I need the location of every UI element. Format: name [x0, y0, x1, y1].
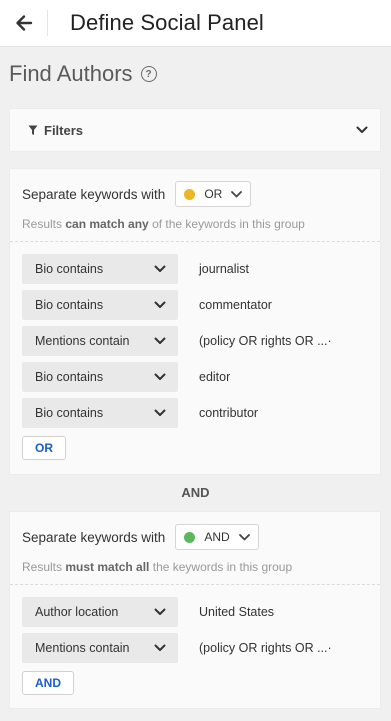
chevron-down-icon — [238, 533, 250, 540]
keyword-row: Bio contains commentator — [22, 290, 368, 320]
group-header: Separate keywords with OR Results can ma… — [10, 169, 380, 242]
add-and-button[interactable]: AND — [22, 671, 74, 695]
operator-value: AND — [204, 530, 230, 544]
field-select[interactable]: Bio contains — [22, 254, 178, 284]
field-select[interactable]: Author location — [22, 597, 178, 627]
filters-toggle[interactable]: Filters — [9, 108, 381, 152]
group-join-label: AND — [181, 485, 210, 500]
separator-label: Separate keywords with — [22, 186, 166, 202]
chevron-down-icon — [154, 409, 166, 416]
keyword-group-or: Separate keywords with OR Results can ma… — [9, 168, 381, 475]
group-hint: Results must match all the keywords in t… — [22, 560, 368, 574]
chevron-down-icon — [154, 608, 166, 615]
group-header: Separate keywords with AND Results must … — [10, 512, 380, 585]
hint-suffix: of the keywords in this group — [152, 217, 305, 231]
back-button[interactable] — [0, 10, 48, 36]
operator-select[interactable]: AND — [175, 524, 259, 550]
field-label: Bio contains — [35, 262, 104, 276]
field-label: Bio contains — [35, 370, 104, 384]
field-label: Bio contains — [35, 298, 104, 312]
field-label: Mentions contain — [35, 334, 130, 348]
page-title: Define Social Panel — [70, 10, 264, 35]
hint-prefix: Results — [22, 560, 63, 574]
keyword-row: Mentions contain (policy OR rights OR ..… — [22, 633, 368, 663]
separator-label: Separate keywords with — [22, 529, 166, 545]
field-label: Author location — [35, 605, 119, 619]
field-select[interactable]: Mentions contain — [22, 633, 178, 663]
keyword-value[interactable]: commentator — [199, 298, 272, 312]
chevron-down-icon — [356, 126, 368, 133]
keyword-row: Bio contains editor — [22, 362, 368, 392]
keyword-row: Bio contains contributor — [22, 398, 368, 428]
keyword-value[interactable]: journalist — [199, 262, 249, 276]
field-select[interactable]: Bio contains — [22, 398, 178, 428]
add-or-button[interactable]: OR — [22, 436, 66, 460]
hint-prefix: Results — [22, 217, 63, 231]
keyword-value[interactable]: (policy OR rights OR ...· — [199, 641, 332, 655]
keyword-value[interactable]: editor — [199, 370, 230, 384]
section-heading: Find Authors ? — [9, 61, 157, 87]
keyword-value[interactable]: United States — [199, 605, 274, 619]
keyword-value[interactable]: (policy OR rights OR ...· — [199, 334, 332, 348]
group-hint: Results can match any of the keywords in… — [22, 217, 368, 231]
keyword-group-and: Separate keywords with AND Results must … — [9, 511, 381, 709]
chevron-down-icon — [154, 337, 166, 344]
operator-select[interactable]: OR — [175, 181, 252, 207]
chevron-down-icon — [154, 265, 166, 272]
field-label: Mentions contain — [35, 641, 130, 655]
field-select[interactable]: Bio contains — [22, 290, 178, 320]
arrow-left-icon — [15, 15, 32, 31]
status-dot — [184, 531, 196, 543]
field-select[interactable]: Bio contains — [22, 362, 178, 392]
filter-icon — [28, 125, 38, 135]
hint-suffix: the keywords in this group — [152, 560, 293, 574]
chevron-down-icon — [154, 373, 166, 380]
hint-bold: can match any — [65, 217, 149, 231]
chevron-down-icon — [154, 301, 166, 308]
keyword-row: Bio contains journalist — [22, 254, 368, 284]
chevron-down-icon — [231, 190, 243, 197]
operator-value: OR — [204, 187, 223, 201]
chevron-down-icon — [154, 644, 166, 651]
top-bar: Define Social Panel — [0, 0, 391, 47]
status-dot — [184, 188, 196, 200]
keyword-value[interactable]: contributor — [199, 406, 258, 420]
hint-bold: must match all — [65, 560, 150, 574]
section-title: Find Authors — [9, 61, 133, 86]
keyword-row: Author location United States — [22, 597, 368, 627]
field-select[interactable]: Mentions contain — [22, 326, 178, 356]
filters-label: Filters — [44, 122, 84, 138]
help-icon[interactable]: ? — [140, 66, 157, 82]
field-label: Bio contains — [35, 406, 104, 420]
keyword-row: Mentions contain (policy OR rights OR ..… — [22, 326, 368, 356]
